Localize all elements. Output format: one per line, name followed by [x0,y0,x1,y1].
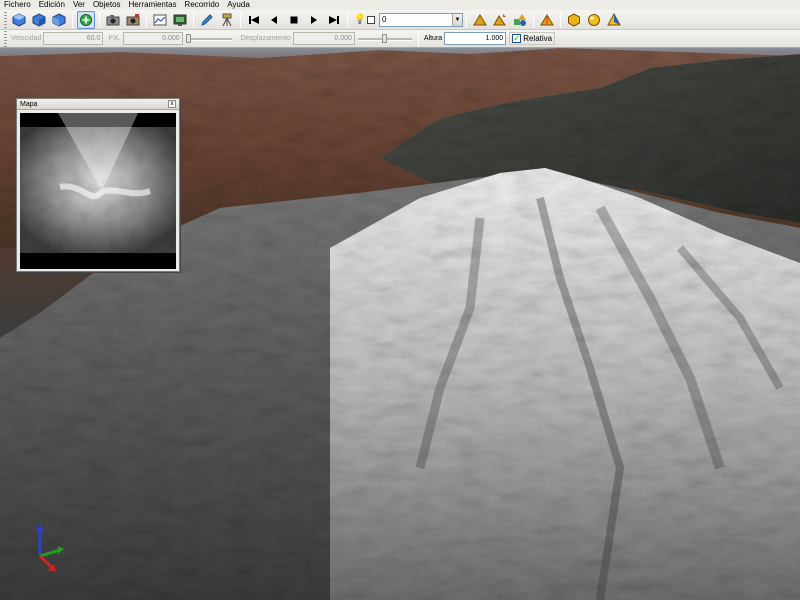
toolbar-separator [240,11,241,28]
object-add-button[interactable] [471,11,489,29]
toolbar-separator [99,11,100,28]
skip-forward-button[interactable] [325,11,343,29]
menu-objetos[interactable]: Objetos [89,0,125,10]
toolbar-separator [72,11,73,28]
view-3d-button[interactable] [10,11,28,29]
bulb-icon: 💡 [353,14,367,25]
pk-slider[interactable] [185,32,232,45]
main-toolbar: 💡 0 ▼ [0,10,800,30]
play-icon [311,15,317,24]
toolbar-grip[interactable] [4,30,7,47]
view-side-button[interactable] [30,11,48,29]
overview-map[interactable] [20,113,176,269]
menu-bar: Fichero Edición Ver Objetos Herramientas… [0,0,800,10]
navigate-icon [80,13,92,26]
y-axis-icon [39,548,61,558]
object-group-button[interactable] [511,11,529,29]
stop-button[interactable] [285,11,303,29]
tripod-icon [222,13,232,26]
check-icon[interactable]: ✓ [512,34,522,43]
navigation-toolbar: Velocidad P.K. Desplazamiento Altura ✓ R… [0,30,800,48]
light-combo-value: 0 [382,14,387,24]
object-add-icon [473,13,487,25]
light-combo[interactable]: 0 ▼ [379,12,463,27]
shape-hex-icon [568,12,580,27]
shape-pyramid-button[interactable] [605,11,623,29]
pk-field[interactable] [122,32,183,45]
object-group-icon [514,13,526,26]
toolbar-separator [146,11,147,28]
toolbar-separator [347,11,348,28]
light-selector: 💡 0 ▼ [353,12,463,27]
camera-button[interactable] [104,11,122,29]
map-window[interactable]: Mapa x [16,98,180,272]
menu-recorrido[interactable]: Recorrido [181,0,224,10]
profile-button[interactable] [151,11,169,29]
toolbar-separator [533,11,534,28]
menu-ayuda[interactable]: Ayuda [223,0,254,10]
cube-view-icon [12,12,26,27]
pencil-icon [201,13,213,26]
toolbar-separator [193,11,194,28]
relativa-label: Relativa [523,34,553,43]
altura-field[interactable] [444,32,507,45]
object-move-button[interactable] [491,11,509,29]
map-titlebar[interactable]: Mapa x [17,99,179,110]
stop-icon [290,16,298,23]
skip-back-button[interactable] [245,11,263,29]
toolbar-separator [560,11,561,28]
toolbar-separator [417,30,419,47]
camera-icon [106,14,120,25]
object-cone-button[interactable] [538,11,556,29]
play-reverse-button[interactable] [265,11,283,29]
cube-side-icon [32,12,46,27]
menu-edicion[interactable]: Edición [35,0,69,10]
screen-button[interactable] [171,11,189,29]
altura-label: Altura [423,35,443,42]
play-reverse-icon [271,15,277,24]
axis-gizmo [36,524,64,572]
tripod-button[interactable] [218,11,236,29]
velocidad-field[interactable] [43,32,104,45]
profile-icon [153,14,167,25]
menu-herramientas[interactable]: Herramientas [125,0,181,10]
velocidad-label: Velocidad [11,35,42,42]
light-color-swatch[interactable] [367,15,375,24]
desplazamiento-slider[interactable] [357,32,412,45]
toolbar-grip[interactable] [4,11,7,28]
shape-pyramid-icon [607,12,621,25]
view-top-button[interactable] [50,11,68,29]
object-cone-icon [540,13,554,25]
skip-back-icon [249,15,259,24]
camera-save-icon [126,13,140,25]
toolbar-separator [466,11,467,28]
close-icon[interactable]: x [168,100,176,108]
chevron-down-icon[interactable]: ▼ [452,13,462,26]
shape-sphere-button[interactable] [585,11,603,29]
camera-save-button[interactable] [124,11,142,29]
menu-fichero[interactable]: Fichero [0,0,35,10]
skip-forward-icon [329,15,339,24]
shape-hex-button[interactable] [565,11,583,29]
heightmap-image [20,113,176,269]
shape-sphere-icon [588,13,600,26]
pk-slider-thumb[interactable] [185,34,191,43]
relativa-checkbox[interactable]: ✓ Relativa [509,32,556,45]
play-button[interactable] [305,11,323,29]
navigate-button[interactable] [77,10,95,29]
object-move-icon [493,13,506,25]
draw-button[interactable] [198,11,216,29]
desplazamiento-field[interactable] [292,32,355,45]
cube-top-icon [52,12,66,27]
x-axis-icon [38,554,54,570]
desplazamiento-label: Desplazamiento [240,35,291,42]
desplazamiento-slider-thumb[interactable] [381,34,387,43]
map-title: Mapa [20,100,38,108]
screen-icon [173,14,187,26]
menu-ver[interactable]: Ver [69,0,89,10]
pk-label: P.K. [108,35,121,42]
